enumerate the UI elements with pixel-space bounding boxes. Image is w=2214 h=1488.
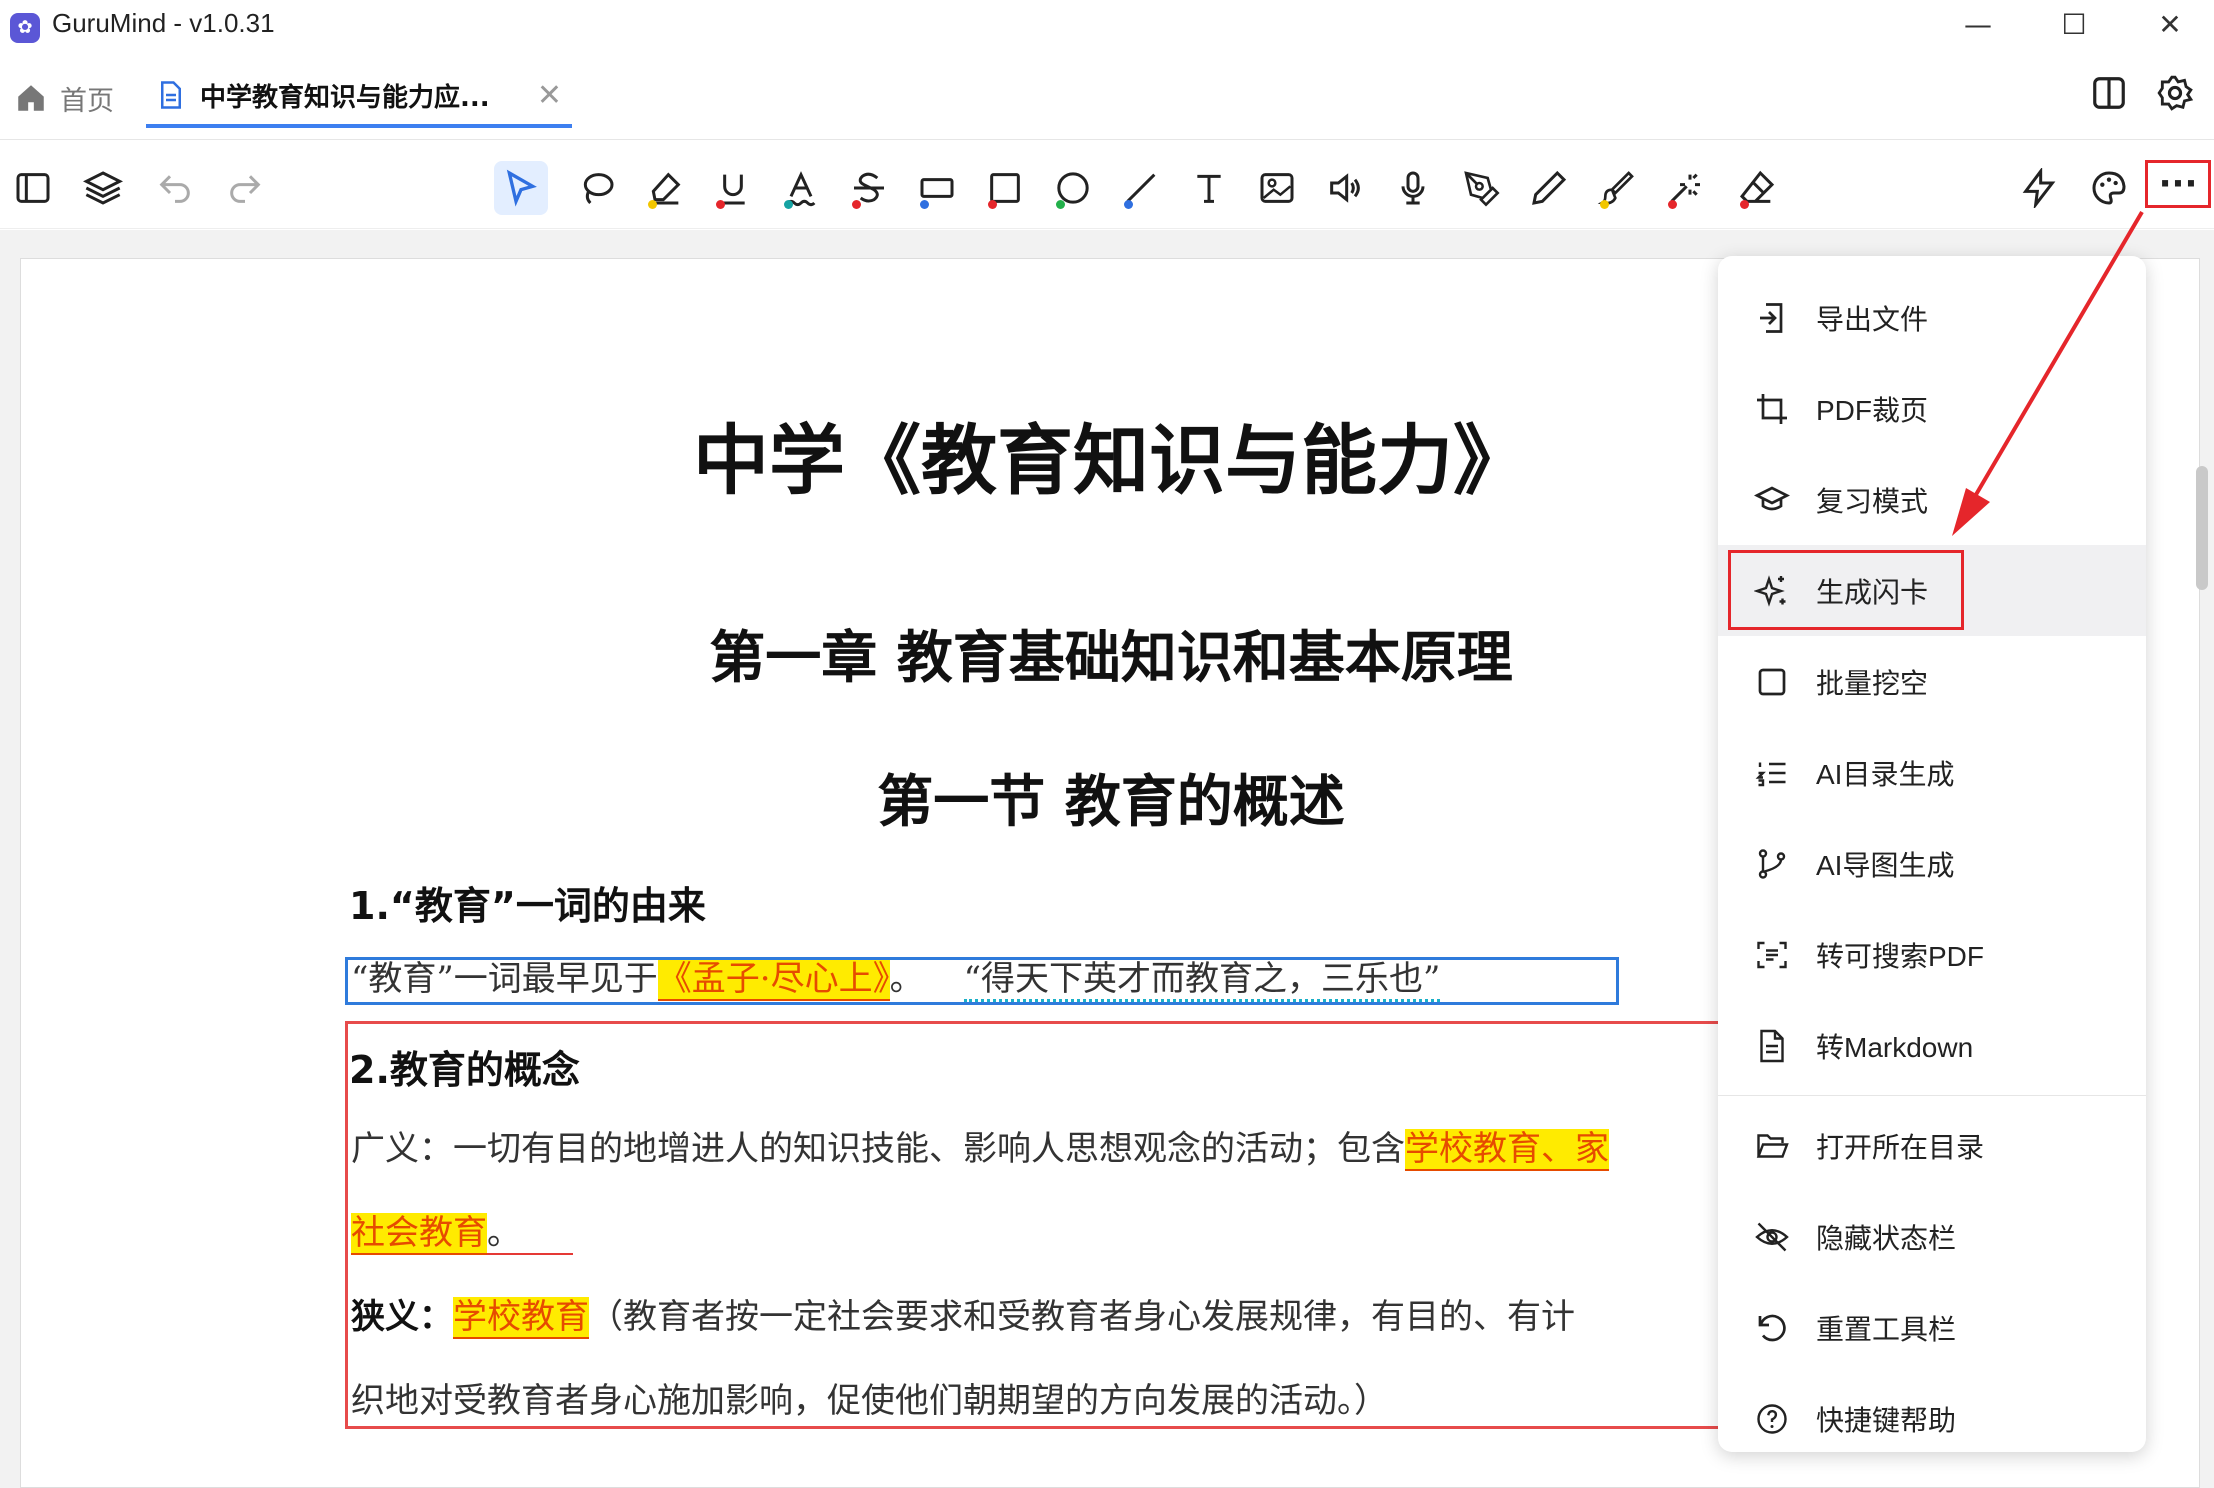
highlighter-tool-icon[interactable] [638, 161, 692, 215]
redo-icon[interactable] [218, 161, 272, 215]
blue-annotation-box[interactable] [345, 957, 1619, 1005]
palette-icon[interactable] [2082, 161, 2136, 215]
tab-bar: 首页 中学教育知识与能力应... ✕ [0, 52, 2214, 140]
app-title: GuruMind - v1.0.31 [52, 8, 275, 38]
file-text-icon [1760, 1029, 1784, 1062]
close-tab-icon[interactable]: ✕ [537, 78, 562, 113]
menu-item-searchable-pdf[interactable]: 转可搜索PDF [1718, 909, 2146, 1000]
menu-item-label: 转可搜索PDF [1816, 940, 1985, 972]
menu-item-pdf-crop[interactable]: PDF裁页 [1718, 363, 2146, 454]
menu-item-label: AI导图生成 [1816, 849, 1955, 881]
export-icon [1760, 302, 1783, 333]
file-icon [161, 81, 181, 109]
pencil-tool-icon[interactable] [1522, 161, 1576, 215]
eraser-tool-icon[interactable] [1730, 161, 1784, 215]
strikethrough-tool-icon[interactable] [842, 161, 896, 215]
squiggly-tool-icon[interactable] [774, 161, 828, 215]
eye-off-icon [1755, 1222, 1789, 1251]
menu-item-label: AI目录生成 [1816, 758, 1955, 790]
microphone-tool-icon[interactable] [1386, 161, 1440, 215]
title-bar: ✿ GuruMind - v1.0.31 — ☐ ✕ [0, 0, 2214, 52]
audio-tool-icon[interactable] [1318, 161, 1372, 215]
branch-icon [1758, 848, 1786, 879]
menu-item-label: 转Markdown [1816, 1031, 1974, 1063]
minimize-button[interactable]: — [1930, 0, 2026, 52]
menu-item-markdown[interactable]: 转Markdown [1718, 1000, 2146, 1091]
red-annotation-box[interactable] [345, 1021, 1845, 1429]
line-tool-icon[interactable] [1114, 161, 1168, 215]
crop-icon [1757, 393, 1787, 424]
image-tool-icon[interactable] [1250, 161, 1304, 215]
menu-item-export[interactable]: 导出文件 [1718, 272, 2146, 363]
maximize-button[interactable]: ☐ [2026, 0, 2122, 52]
tab-document-label: 中学教育知识与能力应... [200, 82, 490, 113]
lightning-icon[interactable] [2012, 161, 2066, 215]
help-circle-icon [1757, 1403, 1787, 1434]
menu-item-hide-statusbar[interactable]: 隐藏状态栏 [1718, 1191, 2146, 1282]
menu-item-label: 复习模式 [1816, 485, 1929, 517]
menu-item-label: 导出文件 [1816, 303, 1929, 335]
sidebar-toggle-icon[interactable] [6, 161, 60, 215]
tab-home[interactable]: 首页 [14, 78, 114, 118]
menu-item-label: 快捷键帮助 [1816, 1404, 1957, 1436]
menu-item-batch-cloze[interactable]: 批量挖空 [1718, 636, 2146, 727]
pen-nib-tool-icon[interactable] [1454, 161, 1508, 215]
laser-pointer-tool-icon[interactable] [1658, 161, 1712, 215]
menu-item-label: 隐藏状态栏 [1816, 1222, 1957, 1254]
underline-tool-icon[interactable] [706, 161, 760, 215]
red-callout-box [1728, 550, 1964, 630]
app-logo-icon: ✿ [10, 13, 40, 43]
home-icon [18, 85, 44, 111]
close-window-button[interactable]: ✕ [2122, 0, 2214, 52]
menu-separator [1718, 1095, 2146, 1096]
graduation-cap-icon [1754, 485, 1790, 510]
menu-item-label: 重置工具栏 [1816, 1313, 1957, 1345]
lasso-tool-icon[interactable] [570, 161, 624, 215]
menu-item-ai-mindmap[interactable]: AI导图生成 [1718, 818, 2146, 909]
undo-icon[interactable] [148, 161, 202, 215]
text-tool-icon[interactable] [1182, 161, 1236, 215]
menu-item-ai-toc[interactable]: AI目录生成 [1718, 727, 2146, 818]
vertical-scrollbar[interactable] [2196, 466, 2208, 590]
layers-icon[interactable] [76, 161, 130, 215]
more-options-button[interactable]: ··· [2145, 160, 2211, 208]
subsection-heading-1: 1.“教育”一词的由来 [349, 884, 706, 928]
ellipse-tool-icon[interactable] [1046, 161, 1100, 215]
tab-document[interactable]: 中学教育知识与能力应... ✕ [146, 66, 572, 128]
brush-tool-icon[interactable] [1590, 161, 1644, 215]
square-icon [1758, 668, 1786, 695]
menu-item-label: 批量挖空 [1816, 667, 1929, 699]
more-options-menu: 导出文件 PDF裁页 复习模式 生成闪卡 批量挖空 AI目录生成 AI导图生成 … [1718, 256, 2146, 1452]
gear-icon[interactable] [2156, 74, 2194, 112]
menu-item-shortcut-help[interactable]: 快捷键帮助 [1718, 1373, 2146, 1464]
scan-text-icon [1757, 941, 1787, 968]
menu-item-label: 打开所在目录 [1816, 1131, 1985, 1163]
select-tool-icon[interactable] [494, 161, 548, 215]
textbox-tool-icon[interactable] [910, 161, 964, 215]
rotate-ccw-icon [1758, 1314, 1786, 1341]
toolbar: ··· [0, 141, 2214, 229]
list-ordered-icon [1755, 762, 1786, 786]
menu-item-reset-toolbar[interactable]: 重置工具栏 [1718, 1282, 2146, 1373]
split-view-icon[interactable] [2090, 74, 2128, 112]
rectangle-tool-icon[interactable] [978, 161, 1032, 215]
tab-home-label: 首页 [60, 85, 114, 117]
menu-item-review-mode[interactable]: 复习模式 [1718, 454, 2146, 545]
menu-item-label: PDF裁页 [1816, 394, 1929, 426]
menu-item-open-folder[interactable]: 打开所在目录 [1718, 1100, 2146, 1191]
folder-open-icon [1756, 1133, 1789, 1158]
